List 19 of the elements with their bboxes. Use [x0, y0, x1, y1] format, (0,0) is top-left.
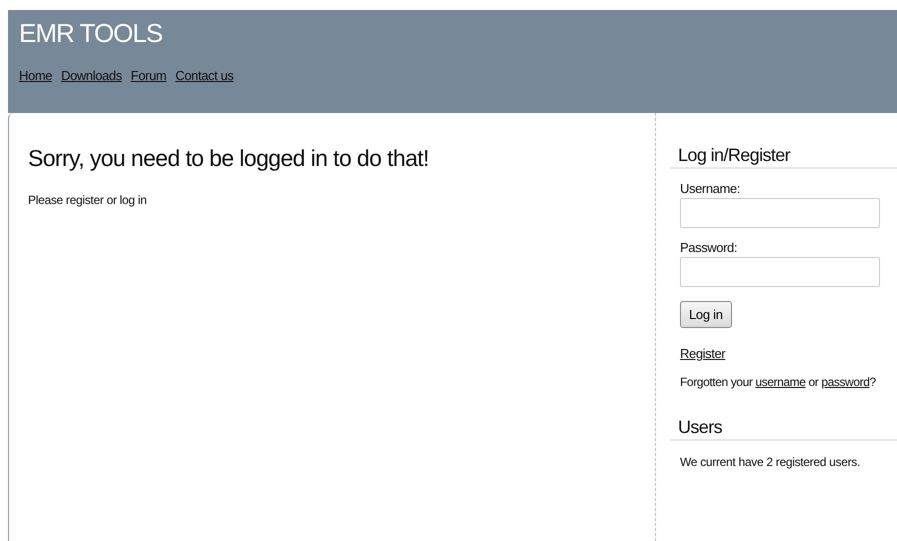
- nav-link[interactable]: Home: [19, 68, 52, 83]
- input-field[interactable]: [680, 198, 880, 228]
- site-title: EMR TOOLS: [19, 18, 164, 48]
- message-text: Please register or log in: [28, 193, 148, 207]
- input-field[interactable]: [680, 257, 880, 287]
- field-label: Username:: [680, 181, 740, 196]
- page-heading: Sorry, you need to be logged in to do that!: [28, 144, 430, 173]
- forgot-text: Forgotten your username or password?: [680, 375, 877, 389]
- sidebar-heading: Log in/Register: [670, 143, 897, 169]
- nav-link[interactable]: Downloads: [61, 68, 122, 83]
- login-button[interactable]: Log in: [680, 301, 732, 328]
- field-label: Password:: [680, 240, 738, 255]
- sidebar-heading: Users: [670, 415, 897, 441]
- nav-link[interactable]: Contact us: [175, 68, 234, 83]
- password-link[interactable]: password: [821, 375, 870, 389]
- users-text: We current have 2 registered users.: [679, 455, 862, 469]
- register-link[interactable]: Register: [680, 346, 726, 361]
- username-link[interactable]: username: [755, 375, 806, 389]
- nav-link[interactable]: Forum: [130, 68, 166, 83]
